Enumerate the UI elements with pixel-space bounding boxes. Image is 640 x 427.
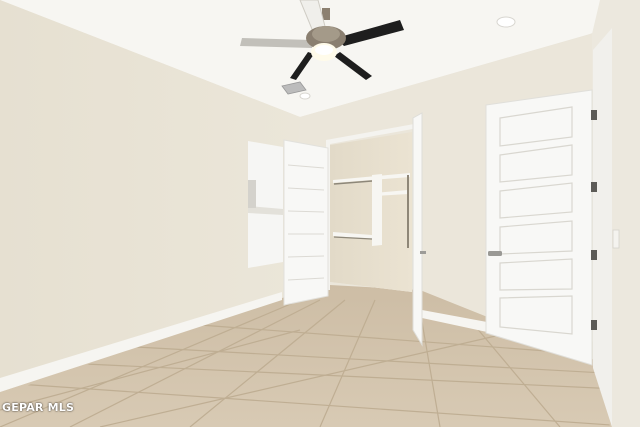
- closet-door-right[interactable]: [412, 112, 423, 347]
- mls-watermark: GEPAR MLS: [2, 401, 75, 414]
- recessed-light-icon: [496, 16, 516, 28]
- closet-interior: [330, 132, 412, 292]
- room-photo: GEPAR MLS: [0, 0, 640, 427]
- door-handle-icon[interactable]: [488, 251, 502, 256]
- room-illustration: [0, 0, 640, 427]
- bedroom-door-frame: [593, 28, 612, 427]
- light-switch[interactable]: [612, 229, 620, 249]
- recessed-light-icon: [299, 92, 311, 100]
- window-latch: [248, 180, 256, 208]
- door-handle-icon[interactable]: [420, 251, 426, 254]
- bedroom-door[interactable]: [485, 89, 593, 366]
